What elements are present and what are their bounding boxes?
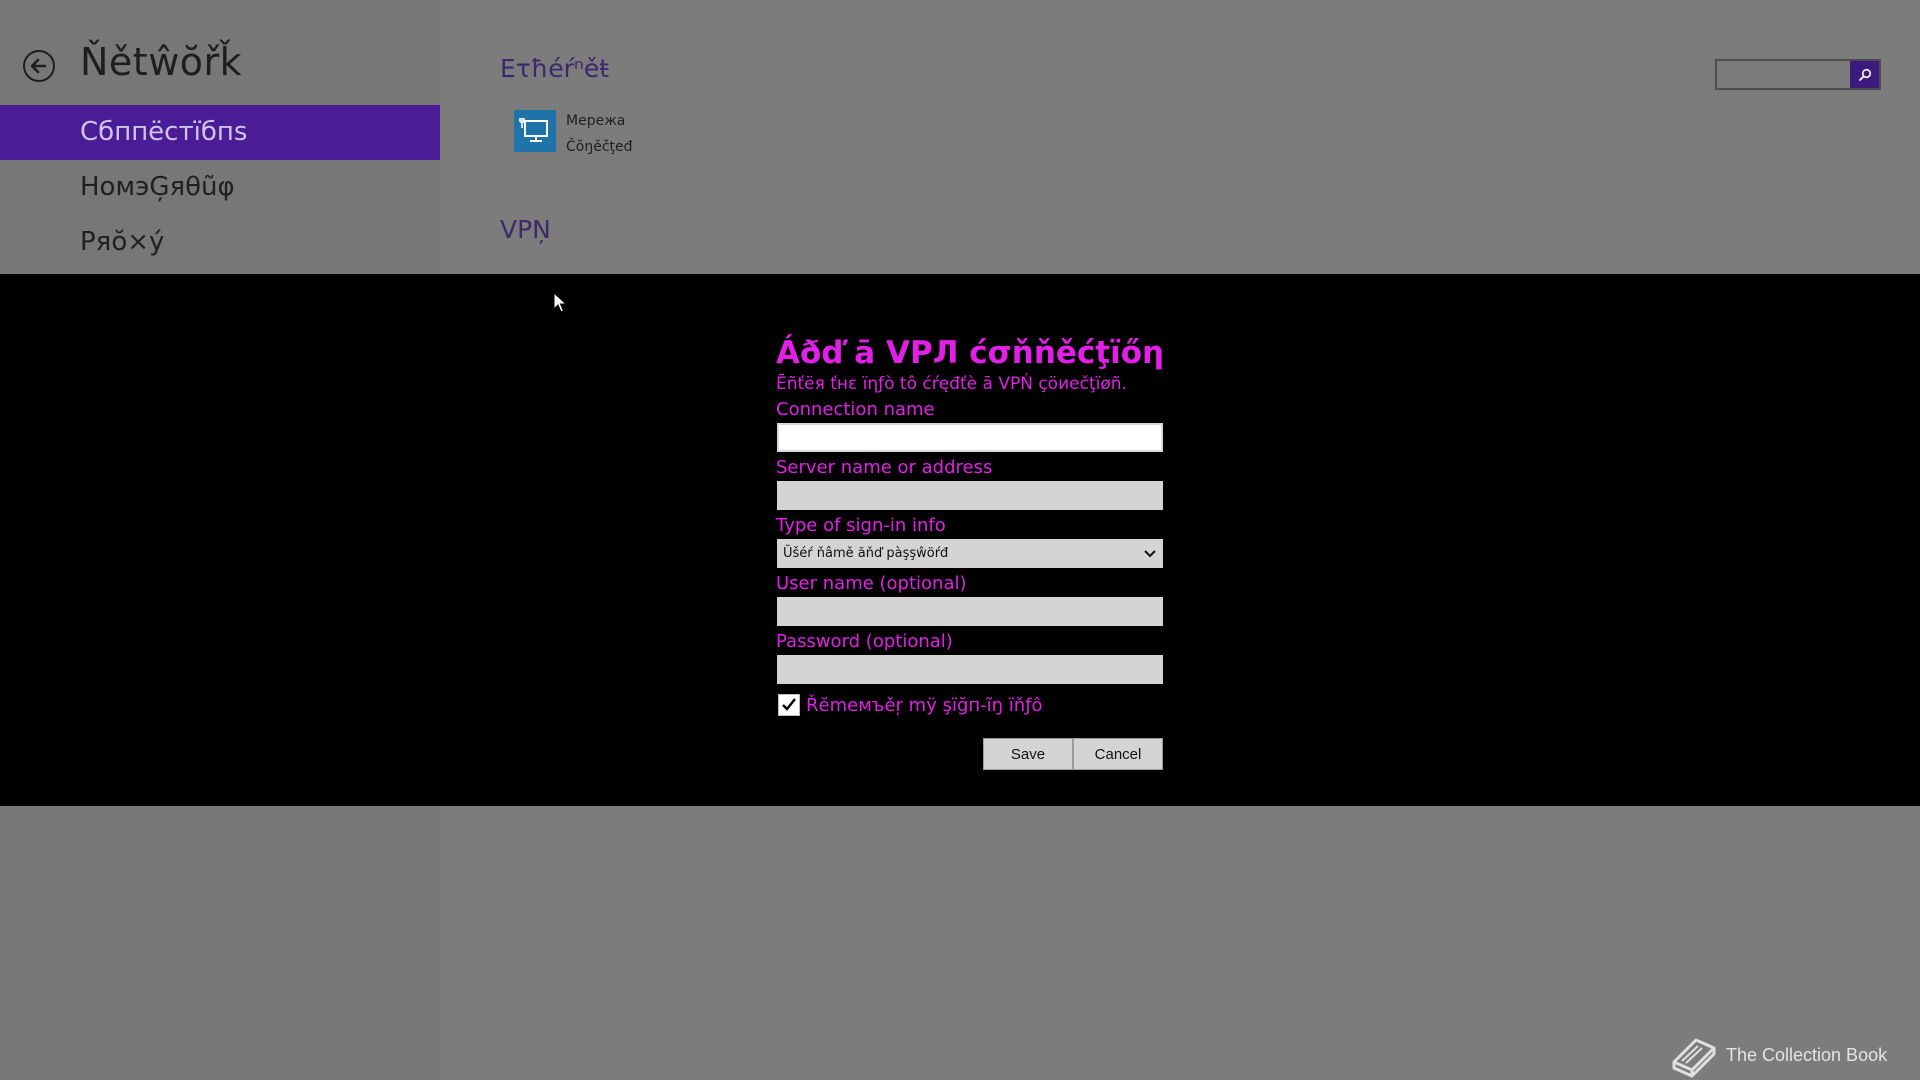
connection-name-label: Connection name [776,399,935,420]
signin-type-dropdown[interactable]: Ŭšéŕ ňâmě ăňď pàşşŵöŕđ [777,539,1163,568]
nav-item-label: Сбппёстїбпѕ [80,117,248,147]
search-input[interactable] [1717,61,1850,88]
cancel-button[interactable]: Cancel [1073,738,1163,770]
nav-item-connections[interactable]: Сбппёстїбпѕ [0,105,440,160]
username-label: User name (optional) [776,573,967,594]
book-icon [1672,1038,1716,1078]
remember-signin-checkbox[interactable] [778,694,800,716]
signin-type-label: Type of sign-in info [776,515,946,536]
search-button[interactable] [1850,61,1879,88]
dialog-title: Áðď ā VPЛ ćσňňěćţïőη [776,335,1165,371]
search-icon [1858,68,1871,81]
nav-item-label: НомэĢяθũφ [80,172,235,202]
dialog-buttons: Save Cancel [983,738,1163,770]
add-vpn-dialog: Áðď ā VPЛ ćσňňěćţïőη Ēñťёя ťнε ïηƒò tô ć… [776,334,1166,770]
server-address-input[interactable] [777,481,1163,510]
back-arrow-icon [30,58,47,74]
network-info: Мережа Čŏŋěčţеđ [566,108,633,160]
server-address-label: Server name or address [776,457,993,478]
watermark: The Collection Book [1668,1032,1887,1078]
mouse-pointer-icon [553,292,567,313]
ethernet-heading: Ετħéŕⁿěŧ [500,54,610,83]
password-input[interactable] [777,655,1163,684]
vpn-dialog-band: Áðď ā VPЛ ćσňňěćţïőη Ēñťёя ťнε ïηƒò tô ć… [0,274,1920,806]
network-status: Čŏŋěčţеđ [566,139,633,155]
checkmark-icon [782,698,796,711]
save-button[interactable]: Save [983,738,1073,770]
nav-item-homegroup[interactable]: НомэĢяθũφ [0,160,440,215]
remember-signin-row: Řĕmeмъěŗ mÿ şïğп-ĩŋ ïňƒô [776,690,1166,720]
search-box [1715,59,1881,90]
page-title: Ňětŵŏřǩ [80,40,243,84]
watermark-text: The Collection Book [1726,1044,1888,1065]
network-tile[interactable]: Мережа Čŏŋěčţеđ [514,110,633,160]
back-button[interactable] [23,50,55,82]
nav-item-proxy[interactable]: Ряŏ×ý [0,215,440,270]
chevron-down-icon [1144,549,1156,557]
remember-signin-label: Řĕmeмъěŗ mÿ şïğп-ĩŋ ïňƒô [806,694,1043,716]
dialog-subtitle: Ēñťёя ťнε ïηƒò tô ćŕęđťè ā VPŃ çöиеčţïøñ… [776,374,1127,394]
nav-item-label: Ряŏ×ý [80,227,165,257]
connection-name-input[interactable] [777,423,1163,452]
signin-type-value: Ŭšéŕ ňâmě ăňď pàşşŵöŕđ [783,546,949,561]
username-input[interactable] [777,597,1163,626]
password-label: Password (optional) [776,631,953,652]
vpn-heading: VPŅ [500,215,551,244]
network-name: Мережа [566,113,626,129]
monitor-network-icon [514,110,556,152]
